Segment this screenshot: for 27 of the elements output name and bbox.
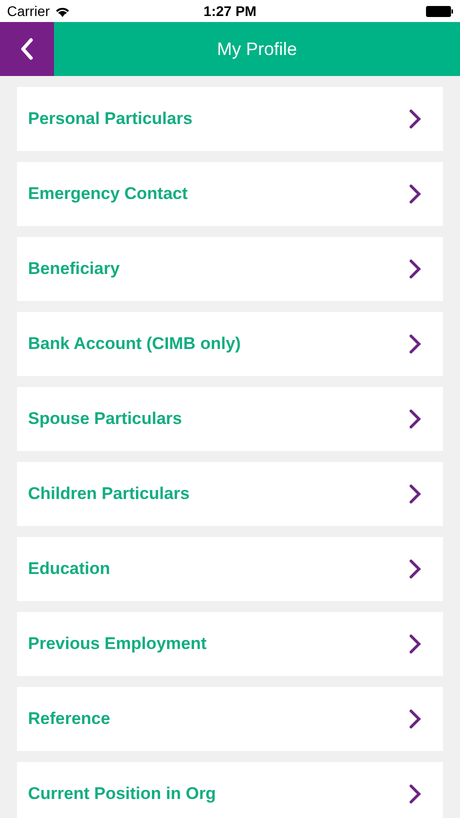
chevron-icon	[409, 784, 421, 804]
battery-icon	[426, 6, 453, 17]
chevron-icon	[409, 484, 421, 504]
menu-item[interactable]: Beneficiary	[17, 237, 443, 301]
carrier-label: Carrier	[7, 2, 50, 20]
menu-item[interactable]: Education	[17, 537, 443, 601]
chevron-icon	[409, 109, 421, 129]
status-time: 1:27 PM	[204, 2, 256, 20]
wifi-icon	[54, 6, 70, 16]
menu-item[interactable]: Personal Particulars	[17, 87, 443, 151]
menu-item[interactable]: Children Particulars	[17, 462, 443, 526]
chevron-icon	[409, 709, 421, 729]
chevron-icon	[409, 259, 421, 279]
chevron-icon	[409, 634, 421, 654]
menu-item[interactable]: Reference	[17, 687, 443, 751]
back-icon	[20, 38, 34, 60]
back-button[interactable]	[0, 22, 54, 76]
page-title: My Profile	[216, 38, 298, 61]
chevron-icon	[409, 184, 421, 204]
chevron-icon	[409, 409, 421, 429]
menu-item[interactable]: Current Position in Org	[17, 762, 443, 818]
menu-item[interactable]: Previous Employment	[17, 612, 443, 676]
chevron-icon	[409, 559, 421, 579]
chevron-icon	[409, 334, 421, 354]
menu-item[interactable]: Bank Account (CIMB only)	[17, 312, 443, 376]
menu-item[interactable]: Spouse Particulars	[17, 387, 443, 451]
menu-item[interactable]: Emergency Contact	[17, 162, 443, 226]
